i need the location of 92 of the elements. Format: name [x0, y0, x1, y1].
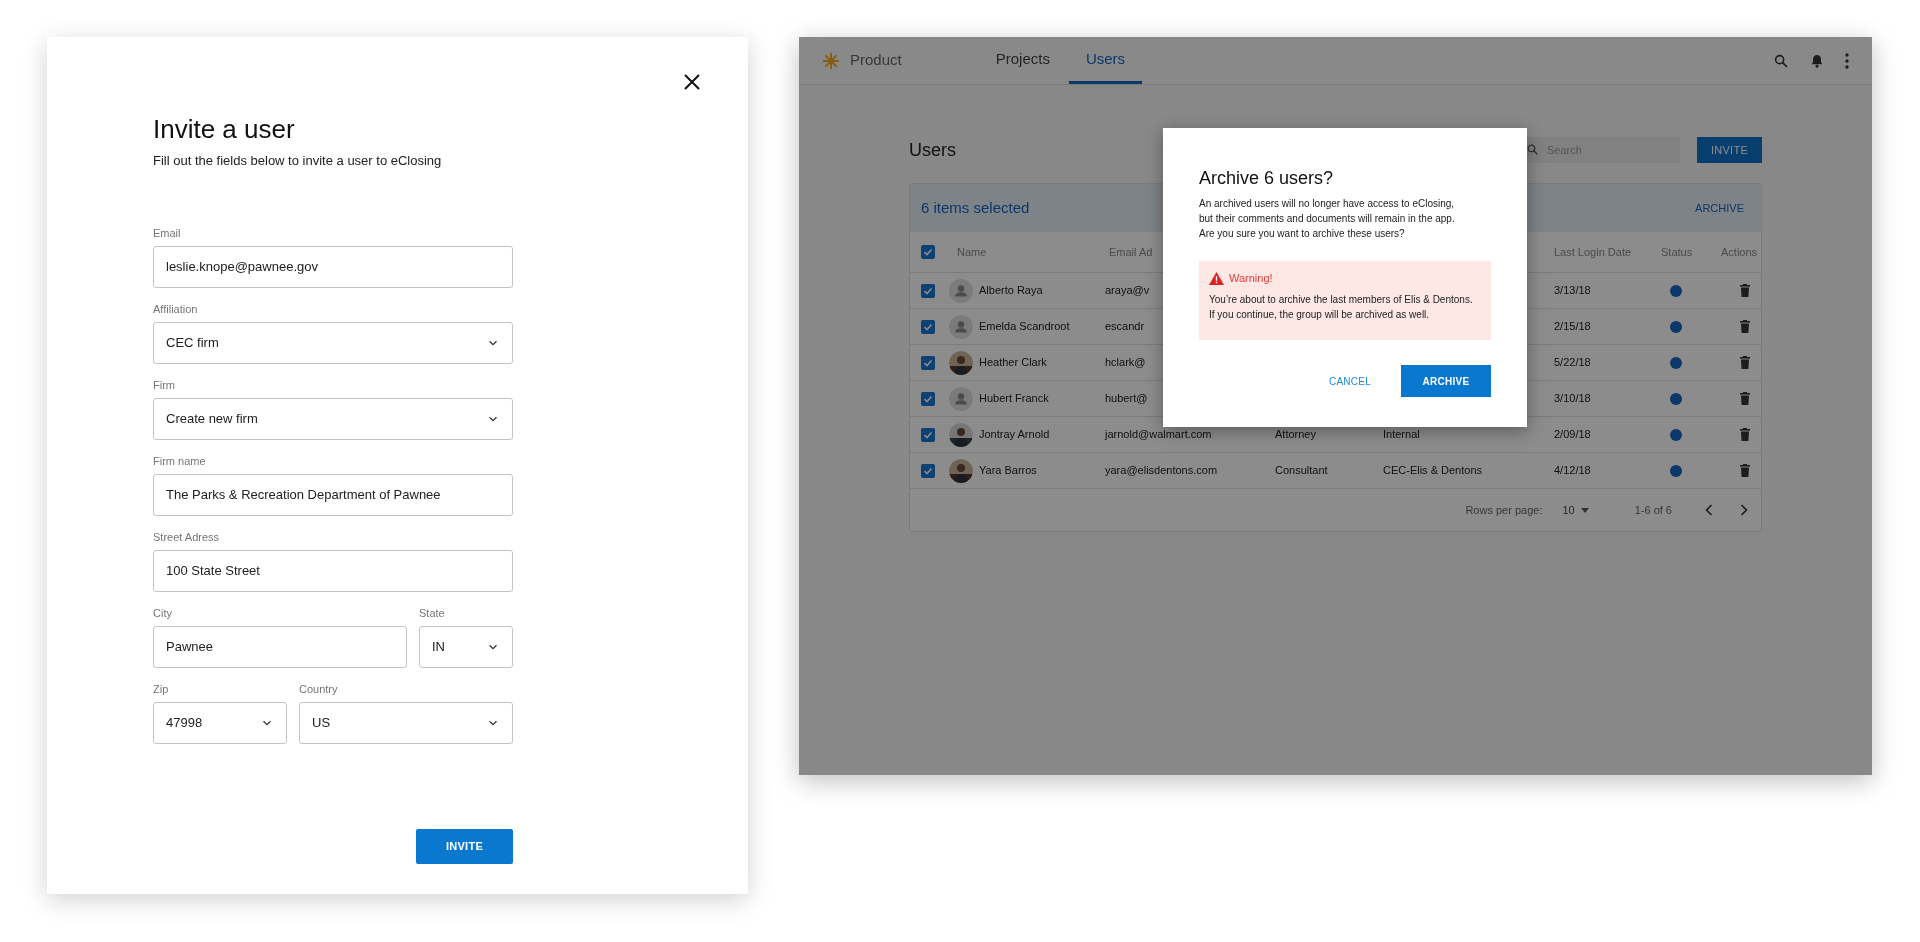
table-cell-text: 3/10/18 [1554, 391, 1592, 407]
check-icon [923, 247, 933, 257]
star-logo-icon [822, 51, 840, 70]
table-cell-text: yara@elisdentons.com [1105, 463, 1219, 479]
trash-icon[interactable] [1740, 392, 1750, 405]
table-cell-text: hubert@ [1105, 391, 1149, 407]
invite-button[interactable]: INVITE [416, 828, 513, 864]
rows-per-page-label: Rows per page: [1465, 502, 1543, 518]
table-cell-text: jarnold@walmart.com [1105, 427, 1213, 443]
table-cell-text: Consultant [1275, 463, 1329, 479]
table-cell-text: Emelda Scandroot [979, 319, 1070, 335]
chevron-right-icon[interactable] [1740, 504, 1748, 516]
trash-icon[interactable] [1740, 464, 1750, 477]
field-label: Country [299, 681, 339, 696]
column-header: Status [1661, 244, 1694, 260]
chevron-left-icon[interactable] [1705, 504, 1713, 516]
page-title: Users [909, 138, 956, 162]
archive-button[interactable]: ARCHIVE [1401, 365, 1491, 397]
caret-icon [1580, 507, 1589, 513]
person-avatar-icon [949, 386, 973, 411]
check-icon [923, 393, 933, 404]
rows-per-page-select[interactable]: 10 [1562, 501, 1589, 519]
table-cell-text: Yara Barros [979, 463, 1037, 479]
panel-subtitle: Fill out the fields below to invite a user to eClosing [153, 152, 443, 170]
trash-icon[interactable] [1740, 428, 1750, 441]
table-cell-text: Jontray Arnold [979, 427, 1050, 443]
table-cell-text: Attorney [1275, 427, 1317, 443]
table-cell-text: Hubert Franck [979, 391, 1049, 407]
field-label: Firm [153, 377, 176, 392]
check-icon [923, 465, 933, 476]
text-field[interactable]: The Parks & Recreation Department of Pawnee [153, 473, 513, 516]
dialog-message: An archived users will no longer have access to eClosing, but their comments and documents will remain in the app. Are you sure you want to archive these users? [1199, 197, 1456, 241]
trash-icon[interactable] [1740, 356, 1750, 369]
brand-name: Product [850, 50, 902, 71]
column-header: Email Ad [1109, 244, 1154, 260]
select-field[interactable]: IN [419, 625, 513, 668]
checkbox[interactable] [921, 283, 935, 298]
table-cell-text: 2/09/18 [1554, 427, 1592, 443]
checkbox[interactable] [921, 391, 935, 406]
check-icon [923, 429, 933, 440]
trash-icon[interactable] [1740, 320, 1750, 333]
checkbox[interactable] [921, 319, 935, 334]
field-label: Email [153, 225, 182, 240]
table-cell-text: 3/13/18 [1554, 283, 1592, 299]
table-cell-text: 5/22/18 [1554, 355, 1592, 371]
column-header: Actions [1721, 244, 1758, 260]
field-label: City [153, 605, 173, 620]
column-header: Last Login Date [1554, 244, 1633, 260]
checkbox[interactable] [921, 355, 935, 370]
column-header: Name [957, 244, 988, 260]
panel-title: Invite a user [153, 113, 296, 145]
nav-tab[interactable]: Projects [978, 37, 1067, 84]
close-icon[interactable] [683, 73, 701, 91]
bell-icon[interactable] [1809, 52, 1825, 69]
person-avatar-icon [949, 278, 973, 303]
check-icon [923, 357, 933, 368]
field-label: Firm name [153, 453, 207, 468]
table-cell-text: Internal [1383, 427, 1421, 443]
field-label: Street Adress [153, 529, 221, 544]
checkbox[interactable] [921, 245, 935, 259]
dialog-title: Archive 6 users? [1199, 167, 1335, 190]
table-cell-text: CEC-Elis & Dentons [1383, 463, 1484, 479]
check-icon [923, 321, 933, 332]
table-cell-text: Heather Clark [979, 355, 1047, 371]
person-avatar-icon [949, 314, 973, 339]
checkbox[interactable] [921, 427, 935, 442]
table-cell-text: Alberto Raya [979, 283, 1043, 299]
table-cell-text: escandr [1105, 319, 1146, 335]
check-icon [923, 285, 933, 296]
search-icon[interactable] [1773, 52, 1789, 69]
field-label: Zip [153, 681, 170, 696]
select-field[interactable]: 47998 [153, 701, 287, 744]
select-field[interactable]: US [299, 701, 513, 744]
table-cell-text: hclark@ [1105, 355, 1147, 371]
field-label: State [419, 605, 446, 620]
more-icon[interactable] [1845, 52, 1849, 69]
table-cell-text: 4/12/18 [1554, 463, 1592, 479]
text-field[interactable]: 100 State Street [153, 549, 513, 592]
warning-message: You’re about to archive the last members of Elis & Dentons. If you continue, the group will be archived as well. [1209, 292, 1474, 322]
selection-count: 6 items selected [921, 197, 1030, 218]
cancel-button[interactable]: CANCEL [1322, 365, 1377, 397]
warning-title: Warning! [1229, 271, 1273, 286]
text-field[interactable]: Pawnee [153, 625, 407, 668]
select-field[interactable]: CEC firm [153, 321, 513, 364]
field-label: Affiliation [153, 301, 199, 316]
select-field[interactable]: Create new firm [153, 397, 513, 440]
page-range: 1-6 of 6 [1634, 502, 1672, 518]
trash-icon[interactable] [1740, 284, 1750, 297]
warning-icon [1209, 271, 1224, 285]
table-cell-text: 2/15/18 [1554, 319, 1592, 335]
checkbox[interactable] [921, 463, 935, 478]
text-field[interactable]: leslie.knope@pawnee.gov [153, 245, 513, 288]
